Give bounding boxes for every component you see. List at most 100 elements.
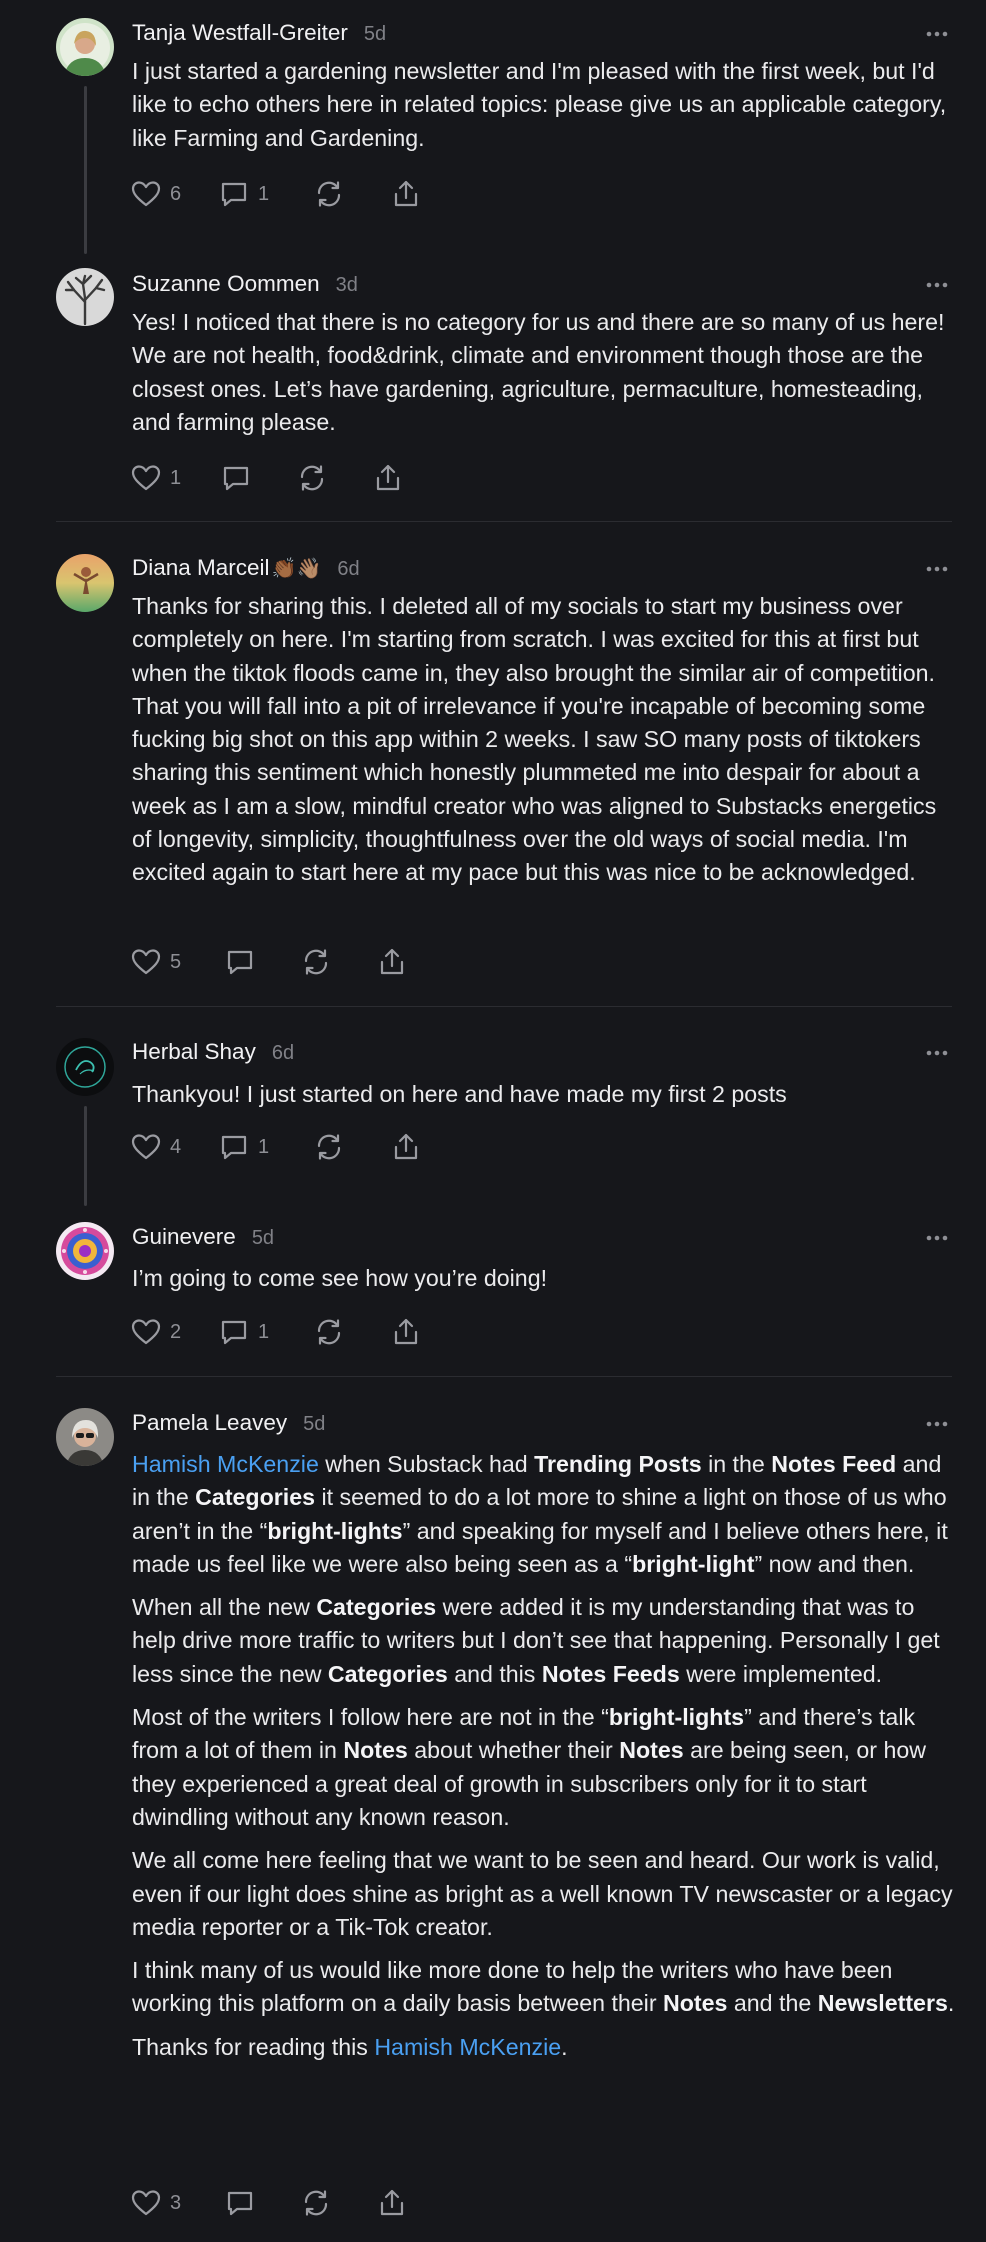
note-header: Pamela Leavey 5d	[132, 1410, 325, 1440]
share-button[interactable]	[376, 946, 408, 978]
share-icon	[376, 946, 408, 978]
comment-button[interactable]: 1	[218, 1316, 269, 1348]
avatar[interactable]	[56, 1222, 114, 1280]
comment-count: 1	[258, 1135, 270, 1158]
heart-icon	[130, 946, 162, 978]
heart-icon	[130, 1316, 162, 1348]
thread-line	[84, 1106, 87, 1206]
like-count: 3	[170, 2191, 182, 2214]
more-dots-icon[interactable]	[922, 1228, 952, 1248]
author-emoji: 👏🏾👋🏽	[271, 558, 322, 580]
heart-icon	[130, 1131, 162, 1163]
restack-button[interactable]	[313, 178, 345, 210]
comment-count: 1	[258, 1320, 270, 1343]
note-body: Thankyou! I just started on here and hav…	[132, 1078, 958, 1121]
share-button[interactable]	[390, 1316, 422, 1348]
like-button[interactable]: 3	[130, 2187, 181, 2219]
comment-bubble-icon	[218, 1316, 250, 1348]
more-dots-icon[interactable]	[922, 24, 952, 44]
timestamp[interactable]: 5d	[252, 1227, 274, 1250]
timestamp[interactable]: 5d	[364, 23, 386, 46]
comment-button[interactable]	[224, 946, 256, 978]
comment-button[interactable]	[220, 462, 252, 494]
note-paragraph: I think many of us would like more done …	[132, 1957, 955, 2017]
avatar[interactable]	[56, 1408, 114, 1466]
note-header: Herbal Shay 6d	[132, 1039, 294, 1069]
avatar[interactable]	[56, 554, 114, 612]
timestamp[interactable]: 6d	[337, 558, 359, 581]
like-button[interactable]: 6	[130, 178, 181, 210]
more-dots-icon[interactable]	[922, 1414, 952, 1434]
note-body: Hamish McKenzie when Substack had Trendi…	[132, 1448, 958, 2074]
avatar[interactable]	[56, 18, 114, 76]
note-body: Yes! I noticed that there is no category…	[132, 306, 958, 449]
note-paragraph: When all the new Categories were added i…	[132, 1594, 940, 1687]
note-paragraph: Most of the writers I follow here are no…	[132, 1704, 926, 1830]
note-text: I’m going to come see how you’re doing!	[132, 1265, 548, 1291]
timestamp[interactable]: 3d	[336, 274, 358, 297]
author-name[interactable]: Diana Marceil	[132, 555, 270, 581]
divider	[56, 1006, 952, 1007]
divider	[56, 521, 952, 522]
more-dots-icon[interactable]	[922, 559, 952, 579]
heart-icon	[130, 2187, 162, 2219]
note-text: Yes! I noticed that there is no category…	[132, 309, 945, 435]
avatar[interactable]	[56, 268, 114, 326]
restack-icon	[296, 462, 328, 494]
note-text: Thanks for sharing this. I deleted all o…	[132, 593, 937, 886]
note-body: Thanks for sharing this. I deleted all o…	[132, 590, 958, 900]
share-icon	[372, 462, 404, 494]
comment-button[interactable]: 1	[218, 178, 269, 210]
author-name[interactable]: Tanja Westfall-Greiter	[132, 20, 348, 46]
author-name[interactable]: Pamela Leavey	[132, 1410, 287, 1436]
like-count: 2	[170, 1320, 182, 1343]
share-icon	[390, 1316, 422, 1348]
restack-button[interactable]	[300, 2187, 332, 2219]
note-header: Guinevere 5d	[132, 1224, 274, 1254]
restack-button[interactable]	[300, 946, 332, 978]
mention-link[interactable]: Hamish McKenzie	[132, 1451, 319, 1477]
note-paragraph: Hamish McKenzie when Substack had Trendi…	[132, 1451, 948, 1577]
restack-button[interactable]	[296, 462, 328, 494]
share-icon	[390, 178, 422, 210]
more-dots-icon[interactable]	[922, 275, 952, 295]
share-button[interactable]	[390, 1131, 422, 1163]
restack-icon	[313, 178, 345, 210]
comment-bubble-icon	[224, 946, 256, 978]
restack-button[interactable]	[313, 1131, 345, 1163]
comment-bubble-icon	[218, 1131, 250, 1163]
note-header: Tanja Westfall-Greiter 5d	[132, 20, 386, 50]
mention-link[interactable]: Hamish McKenzie	[374, 2034, 561, 2060]
note-text: I just started a gardening newsletter an…	[132, 58, 947, 151]
more-dots-icon[interactable]	[922, 1043, 952, 1063]
heart-icon	[130, 178, 162, 210]
divider	[56, 1376, 952, 1377]
avatar[interactable]	[56, 1038, 114, 1096]
comment-button[interactable]	[224, 2187, 256, 2219]
timestamp[interactable]: 6d	[272, 1042, 294, 1065]
timestamp[interactable]: 5d	[303, 1413, 325, 1436]
restack-button[interactable]	[313, 1316, 345, 1348]
share-button[interactable]	[372, 462, 404, 494]
note-paragraph: We all come here feeling that we want to…	[132, 1847, 953, 1940]
note-body: I’m going to come see how you’re doing!	[132, 1262, 958, 1305]
author-name[interactable]: Suzanne Oommen	[132, 271, 320, 297]
restack-icon	[313, 1131, 345, 1163]
notes-feed: Tanja Westfall-Greiter 5d I just started…	[0, 0, 986, 2242]
like-button[interactable]: 1	[130, 462, 181, 494]
like-count: 4	[170, 1135, 182, 1158]
comment-button[interactable]: 1	[218, 1131, 269, 1163]
author-name[interactable]: Herbal Shay	[132, 1039, 256, 1065]
author-name[interactable]: Guinevere	[132, 1224, 236, 1250]
like-button[interactable]: 2	[130, 1316, 181, 1348]
note-paragraph: Thanks for reading this Hamish McKenzie.	[132, 2033, 568, 2060]
share-icon	[390, 1131, 422, 1163]
like-count: 1	[170, 466, 182, 489]
share-button[interactable]	[376, 2187, 408, 2219]
thread-line	[84, 86, 87, 254]
like-button[interactable]: 4	[130, 1131, 181, 1163]
like-button[interactable]: 5	[130, 946, 181, 978]
share-button[interactable]	[390, 178, 422, 210]
comment-bubble-icon	[218, 178, 250, 210]
comment-bubble-icon	[224, 2187, 256, 2219]
